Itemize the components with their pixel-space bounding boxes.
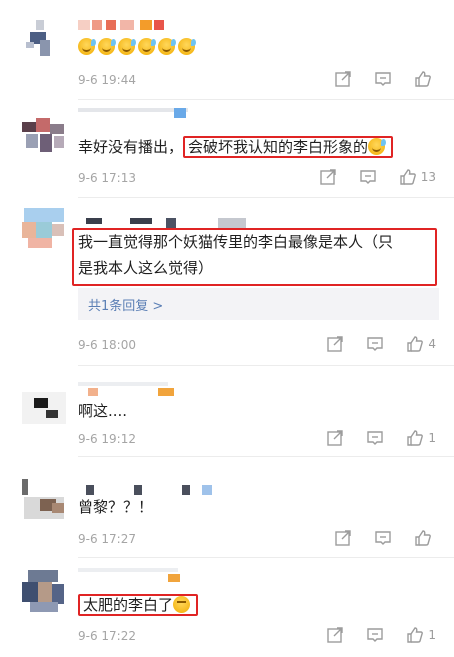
like-button[interactable]: 13: [399, 168, 436, 186]
like-button[interactable]: 1: [406, 429, 436, 447]
thumbs-up-icon: [415, 71, 431, 87]
timestamp: 9-6 17:27: [78, 532, 136, 546]
timestamp: 9-6 18:00: [78, 338, 136, 352]
comment-text: 曾黎？？！: [78, 498, 154, 516]
thumbs-up-icon: [407, 336, 424, 352]
timestamp: 9-6 17:13: [78, 171, 136, 185]
laugh-sweat-icon: [118, 38, 136, 55]
comment-button[interactable]: [359, 168, 377, 186]
comment-text: 啊这....: [78, 402, 128, 420]
comment-text-line-1: 我一直觉得那个妖猫传里的李白最像是本人（只: [78, 233, 394, 251]
share-icon: [327, 627, 344, 643]
thumbs-up-icon: [407, 627, 424, 643]
share-button[interactable]: [326, 335, 344, 353]
like-button[interactable]: [414, 529, 436, 547]
like-button[interactable]: 1: [406, 626, 436, 644]
comment-icon: [375, 531, 391, 545]
laugh-sweat-icon: [158, 38, 176, 55]
like-count: 1: [428, 431, 436, 445]
reply-count-link[interactable]: 共1条回复 >: [88, 295, 163, 314]
avatar[interactable]: [22, 20, 66, 64]
comment-item: 曾黎？？！ 9-6 17:27: [0, 457, 454, 558]
share-icon: [327, 336, 344, 352]
comment-button[interactable]: [374, 529, 392, 547]
timestamp: 9-6 19:12: [78, 432, 136, 446]
timestamp: 9-6 17:22: [78, 629, 136, 643]
comment-item: 我一直觉得那个妖猫传里的李白最像是本人（只 是我本人这么觉得） 共1条回复 > …: [0, 198, 454, 366]
comment-icon: [360, 170, 376, 184]
highlighted-text-content: 会破坏我认知的李白形象的: [188, 138, 369, 156]
highlighted-text: 太肥的李白了: [78, 594, 199, 616]
laugh-sweat-icon: [178, 38, 196, 55]
share-button[interactable]: [334, 529, 352, 547]
comment-item: 9-6 19:44: [0, 0, 454, 100]
comment-button[interactable]: [366, 429, 384, 447]
comment-item: 啊这.... 9-6 19:12 1: [0, 366, 454, 457]
laugh-sweat-icon: [138, 38, 156, 55]
laugh-sweat-icon: [98, 38, 116, 55]
share-button[interactable]: [334, 70, 352, 88]
comment-button[interactable]: [366, 626, 384, 644]
laugh-sweat-icon: [368, 138, 387, 155]
like-button[interactable]: 4: [406, 335, 436, 353]
avatar[interactable]: [22, 208, 66, 252]
share-icon: [335, 71, 351, 87]
thumbs-up-icon: [407, 430, 424, 446]
thinking-icon: [173, 596, 191, 613]
thumbs-up-icon: [415, 530, 431, 546]
comment-icon: [367, 431, 384, 445]
share-icon: [335, 530, 351, 546]
like-button[interactable]: [414, 70, 436, 88]
comment-item: 幸好没有播出， 会破坏我认知的李白形象的 9-6 17:13 13: [0, 100, 454, 198]
comment-icon: [367, 337, 384, 351]
avatar[interactable]: [22, 384, 66, 428]
like-count: 13: [420, 170, 436, 184]
share-button[interactable]: [326, 429, 344, 447]
timestamp: 9-6 19:44: [78, 73, 136, 87]
share-button[interactable]: [326, 626, 344, 644]
comment-icon: [367, 628, 384, 642]
share-icon: [327, 430, 344, 446]
reply-summary-button[interactable]: 共1条回复 >: [78, 288, 439, 320]
comment-icon: [375, 72, 391, 86]
comment-emojis: [78, 34, 198, 60]
share-icon: [320, 169, 336, 185]
share-button[interactable]: [319, 168, 337, 186]
highlighted-text-content: 太肥的李白了: [83, 596, 174, 614]
like-count: 1: [428, 628, 436, 642]
comment-item: 太肥的李白了 9-6 17:22 1: [0, 558, 454, 657]
comment-text: 太肥的李白了: [78, 592, 199, 618]
comment-text-line-2: 是我本人这么觉得）: [78, 259, 214, 277]
avatar[interactable]: [22, 118, 66, 162]
avatar[interactable]: [22, 473, 66, 519]
avatar[interactable]: [22, 570, 66, 614]
like-count: 4: [428, 337, 436, 351]
thumbs-up-icon: [400, 169, 416, 185]
highlighted-text: 会破坏我认知的李白形象的: [183, 136, 394, 158]
laugh-sweat-icon: [78, 38, 96, 55]
comment-text: 幸好没有播出， 会破坏我认知的李白形象的: [78, 134, 394, 160]
comment-button[interactable]: [366, 335, 384, 353]
comment-button[interactable]: [374, 70, 392, 88]
comment-text-plain: 幸好没有播出，: [78, 138, 184, 156]
